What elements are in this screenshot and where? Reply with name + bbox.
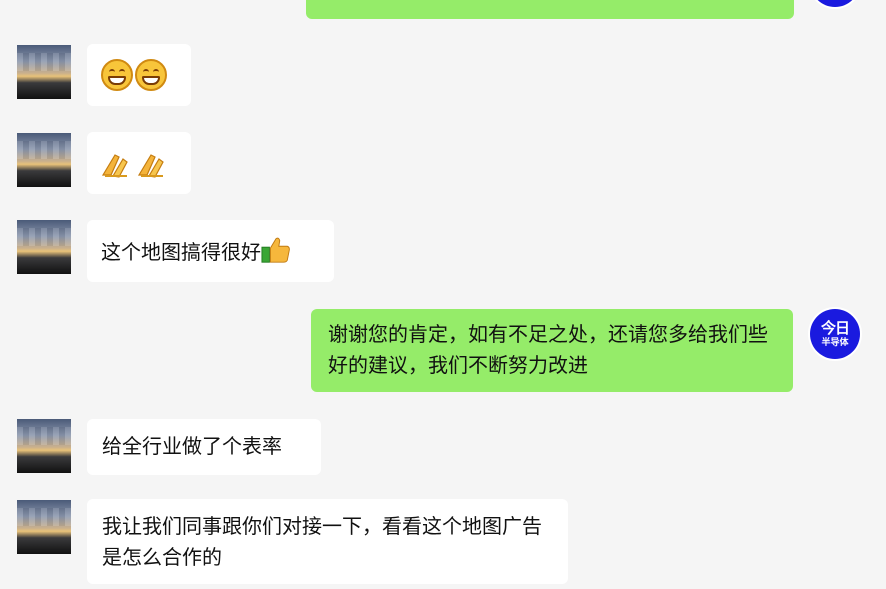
self-avatar-partial[interactable] <box>808 0 862 9</box>
thumbs-up-emoji-icon <box>261 237 290 263</box>
contact-avatar[interactable] <box>17 500 71 554</box>
contact-avatar[interactable] <box>17 220 71 274</box>
avatar-logo-line2: 半导体 <box>821 337 849 348</box>
message-bubble-emoji-pray[interactable] <box>87 132 191 194</box>
message-text: 给全行业做了个表率 <box>102 434 282 458</box>
grinning-face-emoji-icon <box>135 58 167 91</box>
contact-avatar[interactable] <box>17 45 71 99</box>
message-text: 我让我们同事跟你们对接一下，看看这个地图广告是怎么合作的 <box>102 514 542 569</box>
avatar-logo-line1: 今日 <box>820 318 850 337</box>
message-bubble-incoming[interactable]: 这个地图搞得很好 <box>87 220 334 282</box>
message-bubble-outgoing-partial[interactable] <box>306 0 794 19</box>
folded-hands-emoji-icon <box>101 153 128 178</box>
message-bubble-emoji-grin[interactable] <box>87 44 191 106</box>
contact-avatar[interactable] <box>17 133 71 187</box>
self-avatar[interactable]: 今日 半导体 <box>808 307 862 361</box>
message-text: 这个地图搞得很好 <box>101 240 261 264</box>
grinning-face-emoji-icon <box>101 58 133 91</box>
message-text: 谢谢您的肯定，如有不足之处，还请您多给我们些好的建议，我们不断努力改进 <box>328 322 768 377</box>
message-bubble-outgoing[interactable]: 谢谢您的肯定，如有不足之处，还请您多给我们些好的建议，我们不断努力改进 <box>311 309 793 392</box>
message-bubble-incoming[interactable]: 给全行业做了个表率 <box>87 419 321 475</box>
message-bubble-incoming[interactable]: 我让我们同事跟你们对接一下，看看这个地图广告是怎么合作的 <box>87 499 568 584</box>
folded-hands-emoji-icon <box>137 153 164 178</box>
contact-avatar[interactable] <box>17 419 71 473</box>
